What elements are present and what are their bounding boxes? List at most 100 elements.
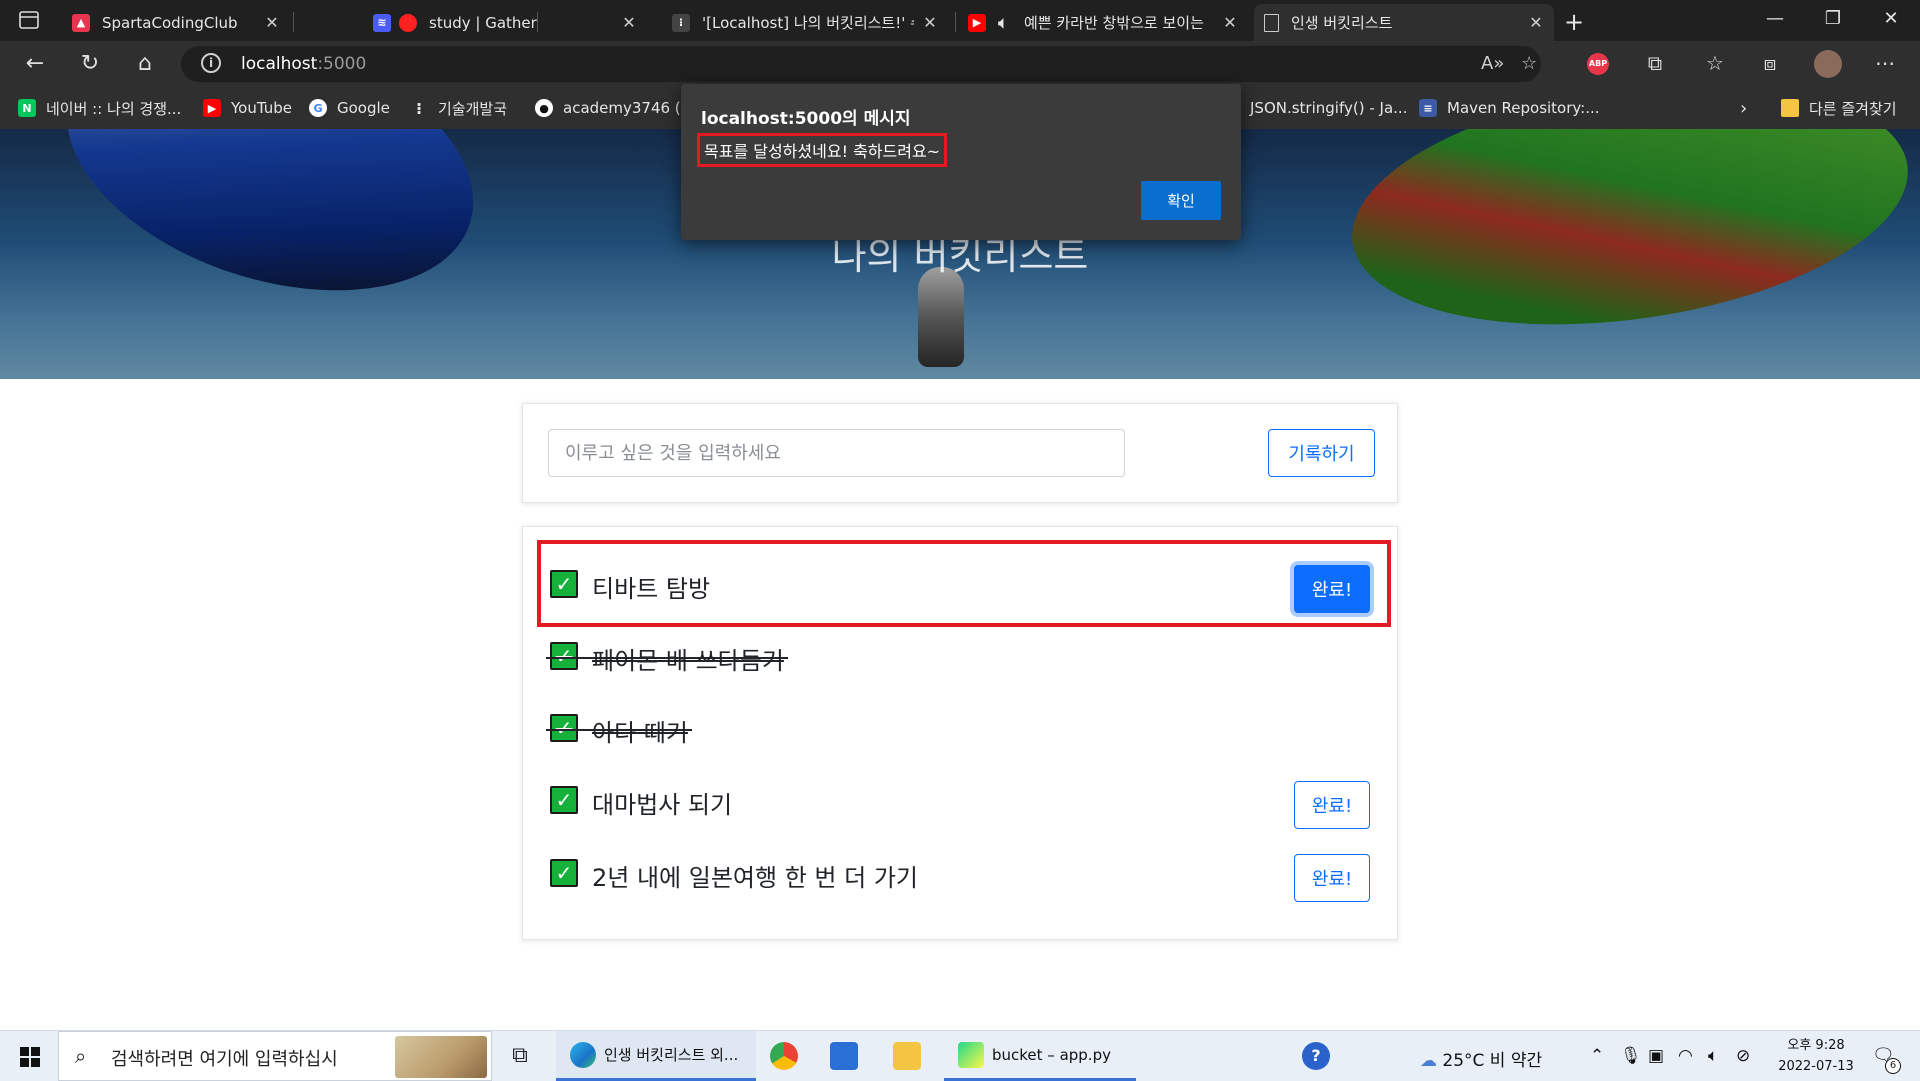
check-icon: ✓	[550, 786, 578, 814]
bookmark-github[interactable]: ● academy3746 (Co	[535, 96, 700, 120]
bookmarks-overflow-chevron-icon[interactable]: ›	[1740, 96, 1747, 120]
close-icon[interactable]: ✕	[621, 13, 637, 32]
close-icon[interactable]: ✕	[264, 13, 280, 32]
task-view-icon[interactable]: ⧉	[506, 1042, 534, 1070]
gather-favicon-icon: ≋	[373, 13, 391, 32]
taskbar-clock[interactable]: 오후 9:28 2022-07-13	[1768, 1035, 1864, 1077]
maven-icon: ≡	[1419, 99, 1437, 117]
volume-icon[interactable]: 🔈︎	[1708, 1046, 1718, 1066]
speaker-icon[interactable]: 🔈︎	[994, 13, 1012, 32]
taskbar-app-pycharm[interactable]: bucket – app.py	[944, 1031, 1136, 1081]
more-menu-icon[interactable]: ⋯	[1870, 51, 1900, 75]
chrome-icon[interactable]	[770, 1042, 798, 1070]
favorite-star-icon[interactable]: ☆	[1521, 53, 1537, 74]
tab-separator	[293, 12, 294, 32]
taskbar-app-label: 인생 버킷리스트 외...	[604, 1046, 739, 1064]
network-icon[interactable]: ◠	[1678, 1046, 1693, 1066]
tab-gather[interactable]: ≋ study | Gather ✕	[363, 4, 647, 41]
adblock-plus-icon[interactable]: ABP	[1587, 53, 1609, 75]
weather-widget[interactable]: ☁ 25°C 비 약간	[1420, 1046, 1542, 1071]
site-info-icon[interactable]: i	[201, 53, 221, 73]
dots-icon: ⁝	[415, 98, 423, 118]
address-bar[interactable]: i localhost:5000 A» ☆	[181, 46, 1541, 82]
sparta-favicon-icon: ▲	[72, 13, 90, 32]
weather-text: 25°C 비 약간	[1442, 1051, 1543, 1071]
tab-sparta[interactable]: ▲ SpartaCodingClub ✕	[62, 4, 290, 41]
collections-icon[interactable]: ⧈	[1755, 51, 1785, 75]
tab-title: study | Gather	[429, 13, 537, 32]
tab-title: 인생 버킷리스트	[1291, 14, 1393, 32]
refresh-icon[interactable]: ↻	[75, 51, 105, 76]
cloud-rain-icon: ☁	[1420, 1051, 1443, 1071]
goal-input[interactable]	[548, 429, 1125, 477]
mute-status-icon[interactable]: ⊘	[1736, 1046, 1750, 1066]
search-highlight-image	[395, 1036, 487, 1078]
meet-icon[interactable]: ▣	[1648, 1046, 1664, 1066]
tab-title: 예쁜 카라반 창밖으로 보이는	[1024, 14, 1204, 32]
extensions-icon[interactable]: ⧉	[1640, 51, 1670, 75]
taskbar-app-edge[interactable]: 인생 버킷리스트 외...	[556, 1031, 756, 1081]
minimize-icon[interactable]: —	[1760, 8, 1790, 29]
tray-chevron-up-icon[interactable]: ⌃	[1590, 1046, 1604, 1066]
strikethrough-line	[546, 657, 788, 659]
new-tab-icon[interactable]: +	[1564, 8, 1584, 36]
complete-button[interactable]: 완료!	[1294, 781, 1370, 829]
list-item: ✓ 페이몬 배 쓰다듬기	[546, 637, 1370, 677]
naver-icon: N	[18, 99, 36, 117]
file-explorer-icon[interactable]	[893, 1042, 921, 1070]
dialog-title: localhost:5000의 메시지	[701, 109, 911, 129]
list-item: ✓ 2년 내에 일본여행 한 번 더 가기 완료!	[550, 854, 1370, 902]
bookmark-label: 기술개발국	[438, 99, 508, 118]
bookmark-google[interactable]: G Google	[309, 96, 390, 120]
help-icon[interactable]: ?	[1302, 1042, 1330, 1070]
complete-button[interactable]: 완료!	[1294, 854, 1370, 902]
check-icon: ✓	[550, 714, 578, 742]
list-item-text: 2년 내에 일본여행 한 번 더 가기	[592, 864, 919, 892]
bookmark-label: JSON.stringify() - Ja...	[1250, 99, 1408, 117]
bookmark-naver[interactable]: N 네이버 :: 나의 경쟁...	[18, 96, 181, 120]
bookmark-label: YouTube	[231, 99, 292, 117]
list-item: ✓ 대마법사 되기 완료!	[550, 781, 1370, 829]
dialog-ok-button[interactable]: 확인	[1141, 181, 1221, 220]
address-url[interactable]: localhost:5000	[241, 54, 366, 74]
favorites-list-icon[interactable]: ☆	[1700, 51, 1730, 75]
folder-icon	[1781, 99, 1799, 117]
tab-bucketlist-active[interactable]: 인생 버킷리스트 ✕	[1254, 4, 1554, 41]
edge-icon	[570, 1041, 596, 1068]
bookmark-label: 다른 즐겨찾기	[1809, 99, 1897, 118]
close-icon[interactable]: ✕	[922, 13, 938, 32]
close-icon[interactable]: ✕	[1222, 13, 1238, 32]
tab-localhost-figma[interactable]: ⁝ '[Localhost] 나의 버킷리스트!' 수 ✕	[662, 4, 948, 41]
windows-start-icon[interactable]	[20, 1047, 40, 1067]
restore-icon[interactable]: ❐	[1818, 8, 1848, 29]
tab-title: '[Localhost] 나의 버킷리스트!' 수	[702, 14, 914, 32]
figma-favicon-icon: ⁝	[672, 13, 690, 32]
bookmark-label: Maven Repository:...	[1447, 99, 1600, 117]
list-item: ✓ 아다 떼기	[546, 709, 1370, 749]
window-close-icon[interactable]: ✕	[1876, 8, 1906, 29]
bookmark-maven[interactable]: ≡ Maven Repository:...	[1419, 96, 1600, 120]
bookmark-other-favorites[interactable]: 다른 즐겨찾기	[1781, 96, 1897, 120]
bookmark-youtube[interactable]: ▶ YouTube	[203, 96, 292, 120]
dialog-message: 목표를 달성하셨네요! 축하드려요~	[697, 133, 948, 167]
profile-avatar[interactable]	[1814, 50, 1842, 78]
microphone-icon[interactable]: 🎙︎	[1620, 1046, 1642, 1066]
url-port: :5000	[317, 54, 367, 74]
google-icon: G	[309, 99, 327, 117]
tab-actions-icon[interactable]	[18, 9, 42, 33]
close-icon[interactable]: ✕	[1528, 13, 1544, 32]
bookmark-label: Google	[337, 99, 390, 117]
highlight-annotation-box	[537, 540, 1391, 627]
home-icon[interactable]: ⌂	[130, 51, 160, 76]
bookmark-json-stringify[interactable]: | JSON.stringify() - Ja...	[1236, 96, 1407, 120]
tab-youtube[interactable]: ▶ 🔈︎ 예쁜 카라반 창밖으로 보이는 ✕	[958, 4, 1248, 41]
mail-icon[interactable]	[830, 1042, 858, 1070]
clock-date: 2022-07-13	[1778, 1059, 1854, 1074]
read-aloud-icon[interactable]: A»	[1481, 53, 1504, 74]
check-icon: ✓	[550, 642, 578, 670]
bookmark-tech-dev[interactable]: ⁝ 기술개발국	[410, 96, 507, 120]
pycharm-icon	[958, 1041, 984, 1068]
back-icon[interactable]: ←	[20, 51, 50, 76]
record-button[interactable]: 기록하기	[1268, 429, 1375, 477]
taskbar-search[interactable]: ⌕ 검색하려면 여기에 입력하십시	[58, 1031, 492, 1081]
